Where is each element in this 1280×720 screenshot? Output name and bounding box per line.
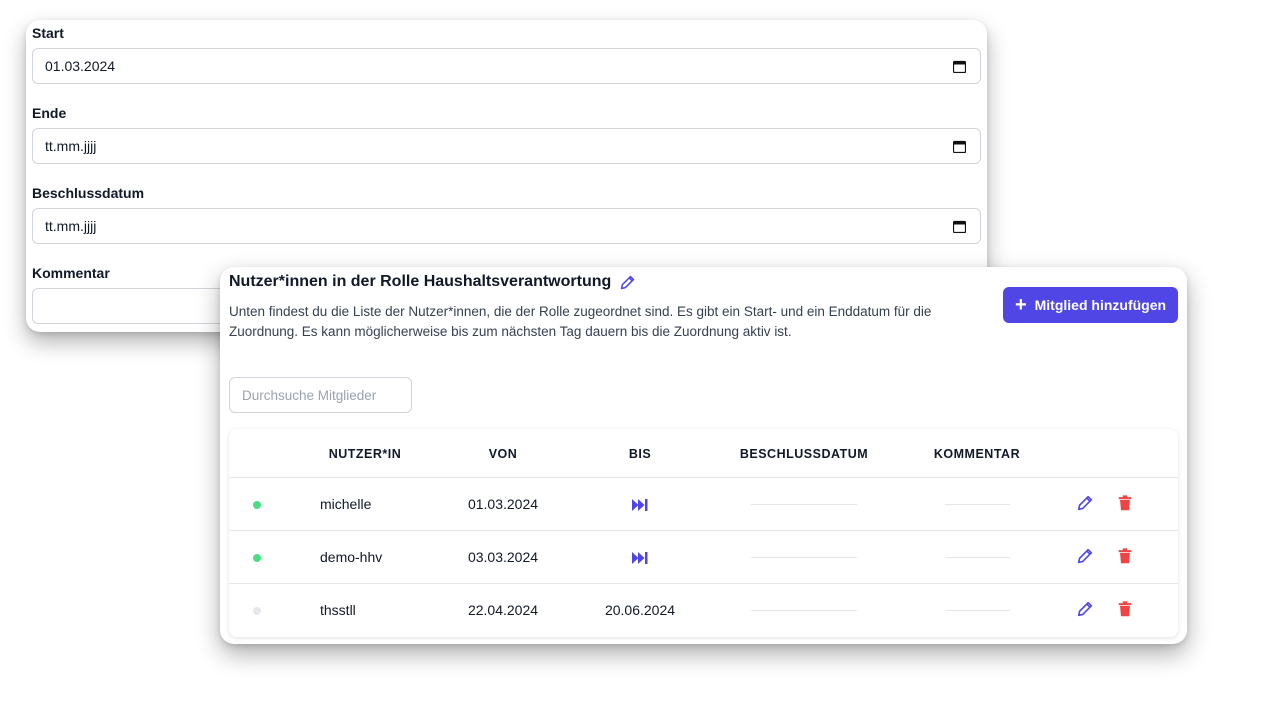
from-date: 01.03.2024	[467, 496, 539, 512]
pencil-icon[interactable]	[619, 274, 636, 291]
user-name: thsstll	[320, 602, 356, 618]
table-row: michelle 01.03.2024	[229, 477, 1178, 530]
start-label: Start	[32, 25, 64, 41]
pencil-icon[interactable]	[1076, 494, 1094, 512]
trash-icon[interactable]	[1116, 494, 1134, 512]
calendar-icon[interactable]	[953, 220, 966, 233]
member-search-input[interactable]: Durchsuche Mitglieder	[229, 377, 412, 413]
from-date: 03.03.2024	[467, 549, 539, 565]
comment-label: Kommentar	[32, 265, 110, 281]
members-description: Unten findest du die Liste der Nutzer*in…	[229, 304, 932, 339]
decision-date-input[interactable]: tt.mm.jjjj	[32, 208, 981, 244]
status-dot-active	[253, 554, 261, 562]
start-date-value: 01.03.2024	[45, 58, 116, 74]
column-header-from: VON	[488, 447, 518, 461]
trash-icon[interactable]	[1116, 547, 1134, 565]
column-header-comment: KOMMENTAR	[933, 447, 1021, 461]
add-member-label: Mitglied hinzufügen	[1034, 297, 1167, 313]
members-table: NUTZER*IN VON BIS BESCHLUSSDATUM KOMMENT…	[229, 429, 1178, 637]
decision-date-empty	[751, 610, 857, 611]
user-name: demo-hhv	[320, 549, 383, 565]
pencil-icon[interactable]	[1076, 547, 1094, 565]
decision-date-empty	[751, 504, 857, 505]
comment-empty	[945, 557, 1010, 558]
column-header-decision-date: BESCHLUSSDATUM	[739, 447, 869, 461]
pencil-icon[interactable]	[1076, 600, 1094, 618]
column-header-to: BIS	[628, 447, 652, 461]
comment-empty	[945, 504, 1010, 505]
start-date-input[interactable]: 01.03.2024	[32, 48, 981, 84]
fast-forward-icon	[632, 499, 648, 511]
table-row: thsstll 22.04.2024 20.06.2024	[229, 583, 1178, 636]
decision-date-empty	[751, 557, 857, 558]
trash-icon[interactable]	[1116, 600, 1134, 618]
add-member-button[interactable]: + Mitglied hinzufügen	[1003, 287, 1178, 323]
decision-date-value: tt.mm.jjjj	[45, 218, 97, 234]
table-row: demo-hhv 03.03.2024	[229, 530, 1178, 583]
user-name: michelle	[320, 496, 372, 512]
from-date: 22.04.2024	[467, 602, 539, 618]
to-date: 20.06.2024	[604, 602, 676, 618]
plus-icon: +	[1014, 294, 1027, 316]
members-title: Nutzer*innen in der Rolle Haushaltsveran…	[229, 273, 612, 290]
decision-date-label: Beschlussdatum	[32, 185, 145, 201]
members-title-row: Nutzer*innen in der Rolle Haushaltsveran…	[229, 273, 636, 291]
status-dot-active	[253, 501, 261, 509]
calendar-icon[interactable]	[953, 60, 966, 73]
comment-empty	[945, 610, 1010, 611]
column-header-user: NUTZER*IN	[328, 447, 402, 461]
end-date-value: tt.mm.jjjj	[45, 138, 97, 154]
status-dot-inactive	[253, 607, 261, 615]
fast-forward-icon	[632, 552, 648, 564]
end-label: Ende	[32, 105, 67, 121]
members-card: Nutzer*innen in der Rolle Haushaltsveran…	[220, 267, 1187, 644]
end-date-input[interactable]: tt.mm.jjjj	[32, 128, 981, 164]
search-placeholder: Durchsuche Mitglieder	[242, 387, 377, 403]
calendar-icon[interactable]	[953, 140, 966, 153]
